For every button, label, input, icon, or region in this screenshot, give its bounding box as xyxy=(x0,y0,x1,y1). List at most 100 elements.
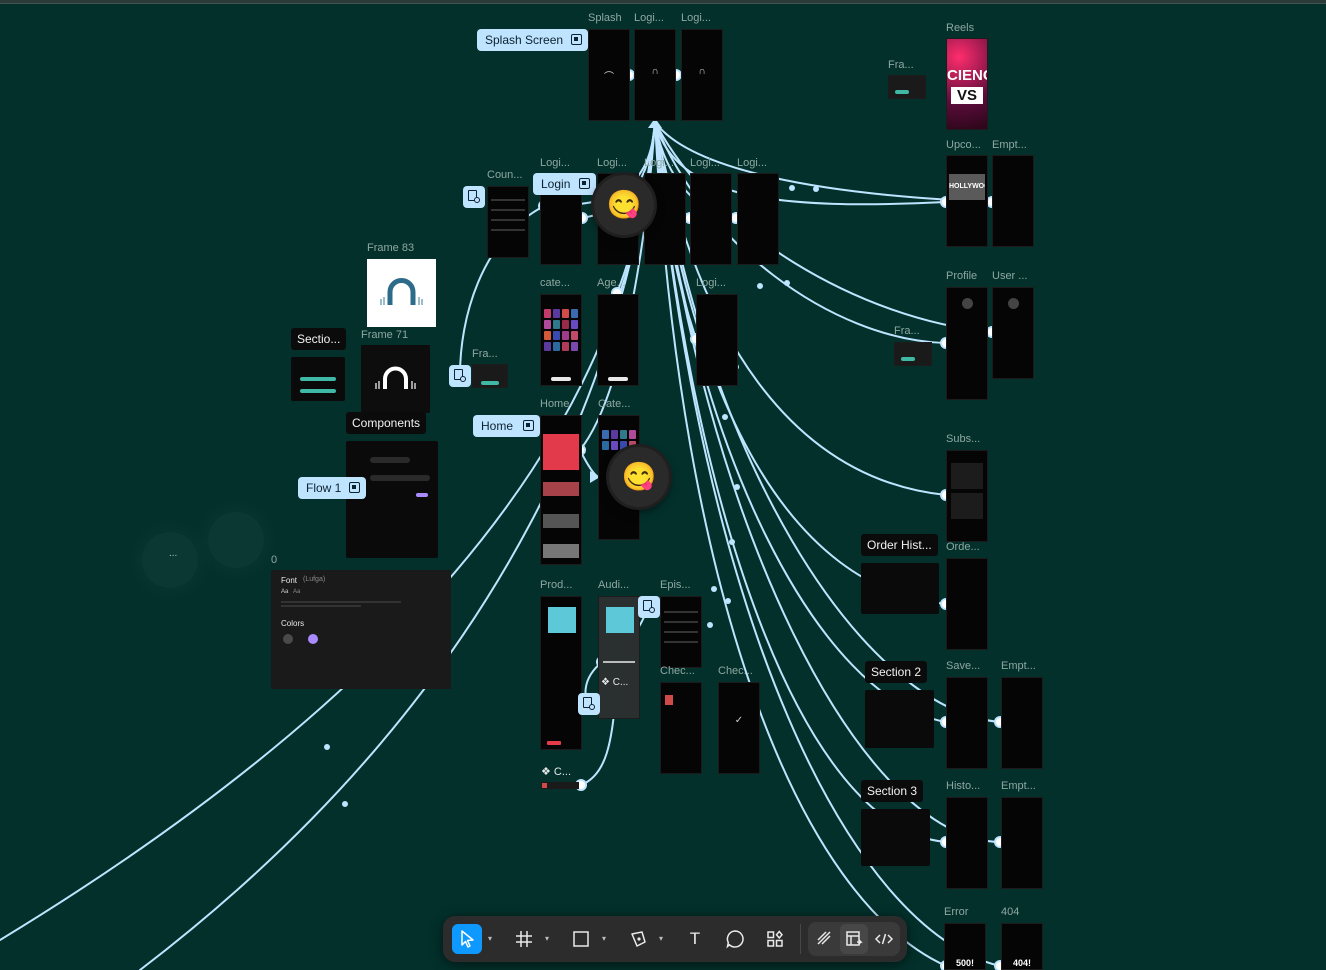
frame-title-saved[interactable]: Save... xyxy=(946,660,980,672)
flow-starting-point-home[interactable]: Home xyxy=(473,415,540,437)
frame-checkout-2[interactable]: ✓ xyxy=(718,682,760,774)
frame-title-error[interactable]: Error xyxy=(944,906,968,918)
frame-login-5[interactable] xyxy=(737,173,779,265)
frame-subscription[interactable] xyxy=(946,450,988,542)
frame-title-episodes[interactable]: Epis... xyxy=(660,579,691,591)
play-frame-icon[interactable] xyxy=(523,420,534,431)
frame-title-user[interactable]: User ... xyxy=(992,270,1027,282)
frame-categories[interactable] xyxy=(540,294,582,386)
frame-fra-left[interactable] xyxy=(472,364,508,388)
frame-title-empty-3[interactable]: Empt... xyxy=(1001,780,1036,792)
frame-title-categories-2[interactable]: Cate... xyxy=(598,398,630,410)
pen-tool-button[interactable] xyxy=(623,924,653,954)
chevron-down-icon[interactable]: ▾ xyxy=(542,924,552,954)
design-canvas[interactable]: ... Splash Logi... Logi... ⌒ ∩ ∩ Splash … xyxy=(0,0,1326,970)
frame-empty-2[interactable] xyxy=(1001,677,1043,769)
component-label-c-a[interactable]: ❖ C... xyxy=(541,765,571,778)
frame-title-reels[interactable]: Reels xyxy=(946,22,974,34)
frame-404[interactable]: 404! xyxy=(1001,923,1043,970)
draw-mode-button[interactable] xyxy=(810,924,838,954)
comment-tool-button[interactable] xyxy=(720,924,750,954)
frame-title-login-a[interactable]: Logi... xyxy=(634,12,664,24)
frame-country[interactable] xyxy=(487,186,529,258)
section-3-content[interactable] xyxy=(861,809,930,866)
frame-orders[interactable] xyxy=(946,558,988,650)
frame-title-zero[interactable]: 0 xyxy=(271,554,277,566)
chevron-down-icon[interactable]: ▾ xyxy=(599,924,609,954)
frame-fra-right[interactable] xyxy=(894,342,932,366)
frame-title-fra-left[interactable]: Fra... xyxy=(472,348,498,360)
frame-title-checkout-1[interactable]: Chec... xyxy=(660,665,695,677)
frame-title-frame83[interactable]: Frame 83 xyxy=(367,242,414,254)
section-components-content[interactable] xyxy=(346,441,438,558)
section-order-history-content[interactable] xyxy=(861,563,939,614)
frame-title-login-2[interactable]: Logi... xyxy=(597,157,627,169)
chevron-down-icon[interactable]: ▾ xyxy=(656,924,666,954)
frame-83[interactable] xyxy=(367,259,436,327)
move-tool-button[interactable] xyxy=(452,924,482,954)
play-frame-icon[interactable] xyxy=(571,34,582,45)
frame-title-login-3[interactable]: Logi... xyxy=(644,157,674,169)
frame-title-subscription[interactable]: Subs... xyxy=(946,433,980,445)
frame-title-splash[interactable]: Splash xyxy=(588,12,622,24)
frame-title-login-row3[interactable]: Logi... xyxy=(696,277,726,289)
frame-checkout-1[interactable] xyxy=(660,682,702,774)
section-components[interactable]: Components xyxy=(346,412,427,434)
chevron-down-icon[interactable]: ▾ xyxy=(485,924,495,954)
frame-splash[interactable]: ⌒ xyxy=(588,29,630,121)
play-frame-icon[interactable] xyxy=(579,178,590,189)
link-frame-icon[interactable] xyxy=(578,693,600,715)
code-view-button[interactable] xyxy=(870,924,898,954)
text-tool-button[interactable]: T xyxy=(680,924,710,954)
actions-tool-button[interactable] xyxy=(760,924,790,954)
section-sectio-content[interactable] xyxy=(291,357,345,401)
frame-reels[interactable]: CIENC VS xyxy=(946,38,988,130)
frame-age[interactable] xyxy=(597,294,639,386)
frame-title-login-1[interactable]: Logi... xyxy=(540,157,570,169)
flow-starting-point-login[interactable]: Login xyxy=(533,173,596,195)
frame-title-login-5[interactable]: Logi... xyxy=(737,157,767,169)
frame-audio[interactable]: ❖ C... xyxy=(598,596,640,719)
shape-tool-button[interactable] xyxy=(566,924,596,954)
frame-saved[interactable] xyxy=(946,677,988,769)
frame-title-fra-top[interactable]: Fra... xyxy=(888,59,914,71)
frame-title-login-b[interactable]: Logi... xyxy=(681,12,711,24)
style-guide-frame[interactable]: Font (Lufga) Aa Aa Colors xyxy=(271,570,451,689)
play-frame-icon[interactable] xyxy=(349,482,360,493)
design-mode-button[interactable] xyxy=(840,924,868,954)
frame-user[interactable] xyxy=(992,287,1034,379)
frame-title-home[interactable]: Home xyxy=(540,398,569,410)
component-mini-player[interactable] xyxy=(541,782,579,789)
frame-profile[interactable] xyxy=(946,287,988,400)
frame-title-fra-right[interactable]: Fra... xyxy=(894,325,920,337)
frame-login-b[interactable]: ∩ xyxy=(681,29,723,121)
frame-login-4[interactable] xyxy=(690,173,732,265)
frame-upcoming[interactable]: HOLLYWOOD xyxy=(946,155,988,247)
frame-title-history[interactable]: Histo... xyxy=(946,780,980,792)
section-order-history[interactable]: Order Hist... xyxy=(861,534,938,556)
frame-title-empty-2[interactable]: Empt... xyxy=(1001,660,1036,672)
frame-title-age[interactable]: Age... xyxy=(597,277,626,289)
frame-tool-button[interactable] xyxy=(509,924,539,954)
frame-title-orders[interactable]: Orde... xyxy=(946,541,980,553)
frame-title-country[interactable]: Coun... xyxy=(487,169,522,181)
frame-title-audio[interactable]: Audi... xyxy=(598,579,629,591)
frame-title-checkout-2[interactable]: Chec... xyxy=(718,665,753,677)
frame-empty-1[interactable] xyxy=(992,155,1034,247)
link-frame-icon[interactable] xyxy=(449,365,471,387)
frame-fra-top[interactable] xyxy=(888,75,926,99)
flow-starting-point-splash[interactable]: Splash Screen xyxy=(477,29,588,51)
section-3[interactable]: Section 3 xyxy=(861,780,924,802)
frame-login-a[interactable]: ∩ xyxy=(634,29,676,121)
frame-login-row3[interactable] xyxy=(696,294,738,386)
frame-title-frame71[interactable]: Frame 71 xyxy=(361,329,408,341)
frame-history[interactable] xyxy=(946,797,988,889)
frame-error[interactable]: 500! xyxy=(944,923,986,970)
frame-product[interactable] xyxy=(540,596,582,750)
frame-title-login-4[interactable]: Logi... xyxy=(690,157,720,169)
frame-title-categories[interactable]: cate... xyxy=(540,277,570,289)
frame-home[interactable] xyxy=(540,415,582,565)
frame-title-profile[interactable]: Profile xyxy=(946,270,977,282)
frame-71[interactable] xyxy=(361,345,430,413)
section-sectio[interactable]: Sectio... xyxy=(291,328,347,350)
